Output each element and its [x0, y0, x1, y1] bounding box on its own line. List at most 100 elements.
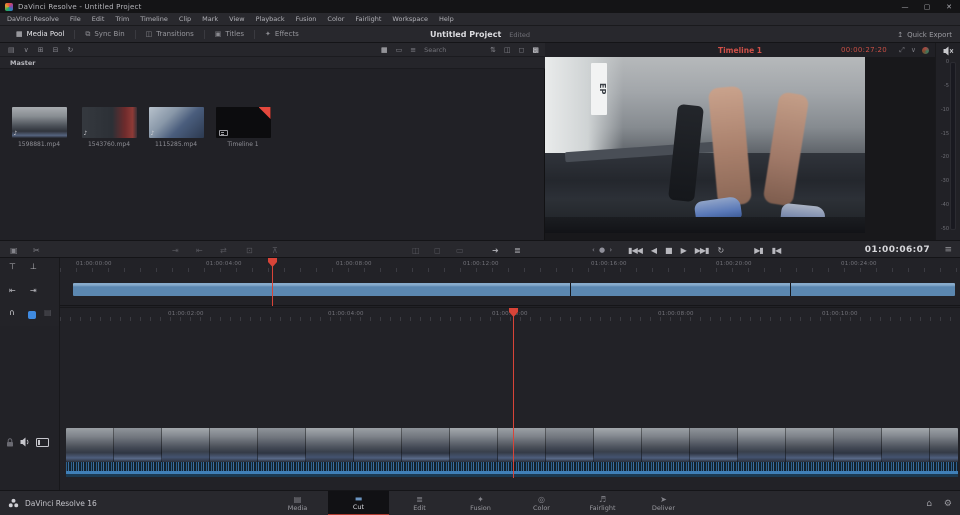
viewer-chevron-icon[interactable]: ∨ — [911, 46, 916, 54]
media-clip[interactable]: ♪1115285.mp4 — [147, 107, 205, 148]
prev-edit-button[interactable]: ▮◀ — [772, 246, 781, 255]
snapping-icon[interactable]: ∩ — [9, 308, 15, 317]
split-tool-icon[interactable]: ⊥ — [30, 262, 37, 271]
mp-option-b-icon[interactable]: ◻ — [519, 46, 525, 54]
trim-in-icon[interactable]: ⇤ — [9, 286, 16, 295]
tool-b-icon[interactable]: ◻ — [434, 241, 441, 259]
menu-item-fairlight[interactable]: Fairlight — [355, 15, 381, 23]
track-lock-icon[interactable] — [6, 438, 14, 447]
ruler-timecode: 01:00:04:00 — [328, 311, 364, 317]
timeline-audio-sub — [66, 474, 958, 477]
chevron-down-icon[interactable]: ∨ — [24, 46, 29, 54]
menu-item-fusion[interactable]: Fusion — [296, 15, 317, 23]
deliver-page-icon: ➤ — [660, 496, 667, 504]
tab-edit[interactable]: ≣Edit — [389, 491, 450, 515]
timeline-audio-waveform[interactable] — [66, 462, 958, 471]
mp-option-a-icon[interactable]: ◫ — [504, 46, 511, 54]
tab-label: Edit — [413, 505, 426, 512]
link-toggle-icon[interactable] — [28, 311, 36, 319]
sort-icon[interactable]: ⇅ — [490, 46, 496, 54]
new-smart-bin-icon[interactable]: ⊟ — [53, 46, 59, 54]
play-reverse-button[interactable]: ◀ — [651, 246, 656, 255]
menu-item-workspace[interactable]: Workspace — [392, 15, 428, 23]
loop-button[interactable]: ↻ — [717, 246, 723, 255]
ripple-overwrite-icon[interactable]: ⇄ — [220, 241, 227, 259]
source-overwrite-icon[interactable]: ➜ — [492, 241, 499, 259]
timeline-overview-clip[interactable] — [73, 283, 955, 296]
tool-c-icon[interactable]: ▭ — [456, 241, 464, 259]
maximize-button[interactable]: ▢ — [916, 0, 938, 13]
trim-tool-icon[interactable]: ⊤ — [9, 262, 16, 271]
quick-export-button[interactable]: ↥ Quick Export — [897, 26, 952, 43]
minimize-button[interactable]: — — [894, 0, 916, 13]
tab-fusion[interactable]: ✦Fusion — [450, 491, 511, 515]
menu-item-help[interactable]: Help — [439, 15, 454, 23]
mp-option-c-icon[interactable]: ▩ — [532, 46, 539, 54]
tab-fairlight[interactable]: ♬Fairlight — [572, 491, 633, 515]
menu-item-davinci-resolve[interactable]: DaVinci Resolve — [7, 15, 59, 23]
media-clip[interactable]: ♪1543760.mp4 — [80, 107, 138, 148]
bin-name[interactable]: Master — [10, 59, 35, 67]
mute-icon[interactable] — [943, 46, 954, 56]
sync-bin-button[interactable]: ⧉Sync Bin — [75, 26, 134, 42]
tab-media[interactable]: ▤Media — [267, 491, 328, 515]
sync-indicator-icon[interactable] — [922, 47, 929, 54]
menu-item-timeline[interactable]: Timeline — [140, 15, 168, 23]
strip-view-icon[interactable]: ▭ — [396, 46, 403, 54]
tools-icon[interactable]: ≣ — [514, 241, 521, 259]
menu-item-playback[interactable]: Playback — [256, 15, 285, 23]
meter-scale-label: 0 — [946, 60, 949, 65]
trim-out-icon[interactable]: ⇥ — [30, 286, 37, 295]
menu-item-color[interactable]: Color — [327, 15, 344, 23]
new-bin-icon[interactable]: ⊞ — [38, 46, 44, 54]
razor-icon[interactable]: ✂ — [33, 241, 40, 259]
clip-thumbnail: ♪ — [12, 107, 67, 138]
timeline-options-icon[interactable]: ≡ — [944, 241, 952, 259]
track-audio-icon[interactable] — [20, 437, 31, 447]
titles-button[interactable]: ▣Titles — [205, 26, 254, 42]
first-frame-button[interactable]: ▮◀◀ — [628, 246, 642, 255]
upper-timeline-ruler[interactable]: 01:00:00:0001:00:04:0001:00:08:0001:00:1… — [60, 258, 960, 272]
track-video-icon[interactable] — [36, 438, 49, 447]
camera-icon[interactable]: ▣ — [10, 241, 18, 259]
menu-item-view[interactable]: View — [229, 15, 244, 23]
effects-button[interactable]: ✦Effects — [255, 26, 309, 42]
jog-control[interactable]: ‹ ● › — [592, 246, 613, 254]
search-input[interactable] — [424, 46, 482, 54]
flag-icon[interactable]: ▤ — [44, 308, 52, 317]
menu-item-clip[interactable]: Clip — [179, 15, 191, 23]
ruler-timecode: 01:00:20:00 — [716, 261, 752, 267]
clip-filter-icon[interactable]: ▤ — [8, 46, 15, 54]
clip-name: Timeline 1 — [214, 141, 272, 148]
play-button[interactable]: ▶ — [681, 246, 686, 255]
settings-icon[interactable]: ⚙ — [944, 499, 952, 509]
tool-a-icon[interactable]: ◫ — [412, 241, 420, 259]
smart-insert-icon[interactable]: ⇥ — [172, 241, 179, 259]
menu-item-mark[interactable]: Mark — [202, 15, 218, 23]
expand-viewer-icon[interactable]: ⤢ — [899, 46, 905, 55]
tab-cut[interactable]: ▬Cut — [328, 491, 389, 515]
media-clip[interactable]: Timeline 1 — [214, 107, 272, 148]
menu-item-file[interactable]: File — [70, 15, 81, 23]
tab-color[interactable]: ◎Color — [511, 491, 572, 515]
timeline-video-clip[interactable] — [66, 428, 958, 462]
media-pool-button[interactable]: ▦Media Pool — [6, 26, 74, 42]
append-icon[interactable]: ⇤ — [196, 241, 203, 259]
next-edit-button[interactable]: ▶▮ — [754, 246, 763, 255]
menu-item-trim[interactable]: Trim — [115, 15, 129, 23]
tab-deliver[interactable]: ➤Deliver — [633, 491, 694, 515]
list-view-icon[interactable]: ≡ — [410, 46, 416, 54]
home-icon[interactable]: ⌂ — [926, 499, 932, 509]
menu-item-edit[interactable]: Edit — [92, 15, 105, 23]
thumbnail-view-icon[interactable]: ▦ — [381, 46, 388, 54]
close-up-icon[interactable]: ⊡ — [246, 241, 253, 259]
lower-playhead-line[interactable] — [513, 308, 514, 478]
place-on-top-icon[interactable]: ⊼ — [272, 241, 278, 259]
media-clip[interactable]: ♪1598881.mp4 — [10, 107, 68, 148]
close-button[interactable]: ✕ — [938, 0, 960, 13]
last-frame-button[interactable]: ▶▶▮ — [695, 246, 709, 255]
meter-scale-label: -50 — [941, 227, 949, 232]
transitions-button[interactable]: ◫Transitions — [136, 26, 204, 42]
refresh-icon[interactable]: ↻ — [68, 46, 74, 54]
stop-button[interactable]: ■ — [665, 246, 672, 255]
